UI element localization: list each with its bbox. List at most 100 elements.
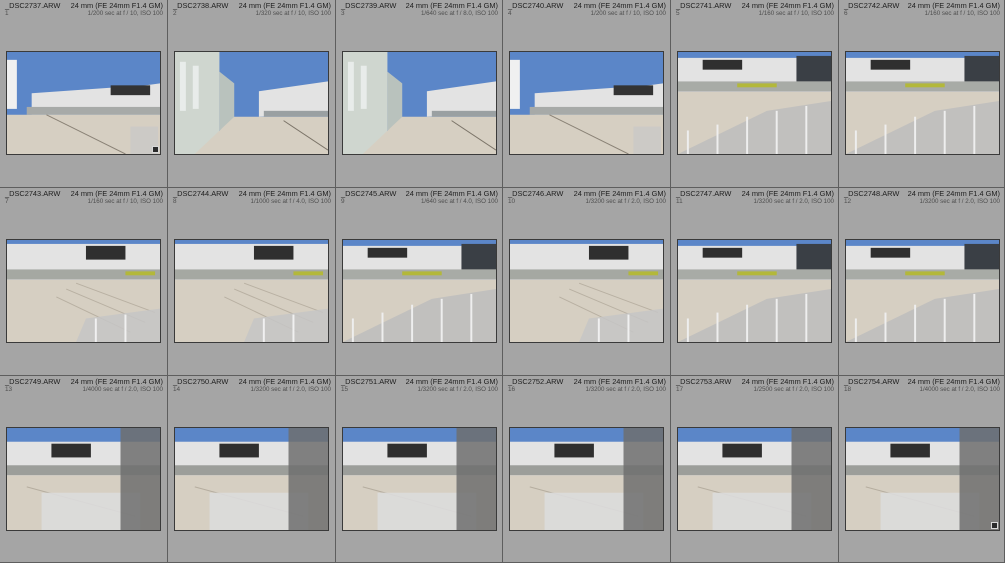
photo-preview — [343, 428, 496, 530]
exposure-info: 1/320 sec at f / 10, ISO 100 — [255, 10, 331, 17]
photo-preview — [678, 52, 831, 154]
thumbnail-cell[interactable]: _DSC2738.ARW 24 mm (FE 24mm F1.4 GM) 2 1/32… — [168, 0, 336, 188]
photo-thumbnail[interactable] — [509, 51, 664, 155]
file-name: _DSC2754.ARW — [844, 377, 900, 386]
thumbnail-cell[interactable]: _DSC2744.ARW 24 mm (FE 24mm F1.4 GM) 8 1/10… — [168, 188, 336, 376]
photo-thumbnail[interactable] — [342, 239, 497, 343]
file-name: _DSC2740.ARW — [508, 1, 564, 10]
photo-thumbnail[interactable] — [174, 239, 329, 343]
exposure-info: 1/3200 sec at f / 2.0, ISO 100 — [417, 386, 499, 393]
frame-index: 10 — [508, 198, 516, 205]
exposure-info: 1/200 sec at f / 10, ISO 100 — [87, 10, 163, 17]
exposure-info: 1/3200 sec at f / 2.0, ISO 100 — [753, 198, 835, 205]
frame-index: 16 — [508, 386, 516, 393]
thumbnail-cell[interactable]: _DSC2737.ARW 24 mm (FE 24mm F1.4 GM) 1 1/20… — [0, 0, 168, 188]
lens-info: 24 mm (FE 24mm F1.4 GM) — [70, 1, 163, 10]
lens-info: 24 mm (FE 24mm F1.4 GM) — [70, 189, 163, 198]
file-name: _DSC2747.ARW — [676, 189, 732, 198]
exposure-info: 1/3200 sec at f / 2.0, ISO 100 — [585, 198, 667, 205]
thumbnail-cell[interactable]: _DSC2753.ARW 24 mm (FE 24mm F1.4 GM) 17 1/2… — [671, 376, 839, 563]
photo-preview — [7, 52, 160, 154]
edited-badge-icon[interactable] — [991, 522, 998, 529]
photo-preview — [7, 240, 160, 342]
thumbnail-header: _DSC2752.ARW 24 mm (FE 24mm F1.4 GM) 16 1/3… — [503, 376, 670, 395]
thumbnail-header: _DSC2743.ARW 24 mm (FE 24mm F1.4 GM) 7 1/16… — [0, 188, 167, 207]
exposure-info: 1/4000 sec at f / 2.0, ISO 100 — [82, 386, 164, 393]
thumbnail-header: _DSC2740.ARW 24 mm (FE 24mm F1.4 GM) 4 1/20… — [503, 0, 670, 19]
thumbnail-cell[interactable]: _DSC2739.ARW 24 mm (FE 24mm F1.4 GM) 3 1/64… — [336, 0, 503, 188]
photo-thumbnail[interactable] — [677, 51, 832, 155]
photo-preview — [846, 240, 999, 342]
lens-info: 24 mm (FE 24mm F1.4 GM) — [238, 377, 331, 386]
photo-preview — [510, 428, 663, 530]
photo-thumbnail[interactable] — [845, 239, 1000, 343]
photo-thumbnail[interactable] — [6, 51, 161, 155]
photo-thumbnail[interactable] — [342, 427, 497, 531]
lens-info: 24 mm (FE 24mm F1.4 GM) — [405, 1, 498, 10]
photo-preview — [846, 52, 999, 154]
thumbnail-cell[interactable]: _DSC2740.ARW 24 mm (FE 24mm F1.4 GM) 4 1/20… — [503, 0, 671, 188]
lens-info: 24 mm (FE 24mm F1.4 GM) — [907, 377, 1000, 386]
lens-info: 24 mm (FE 24mm F1.4 GM) — [573, 377, 666, 386]
thumbnail-cell[interactable]: _DSC2745.ARW 24 mm (FE 24mm F1.4 GM) 9 1/64… — [336, 188, 503, 376]
thumbnail-cell[interactable]: _DSC2743.ARW 24 mm (FE 24mm F1.4 GM) 7 1/16… — [0, 188, 168, 376]
thumbnail-header: _DSC2746.ARW 24 mm (FE 24mm F1.4 GM) 10 1/3… — [503, 188, 670, 207]
photo-thumbnail[interactable] — [174, 51, 329, 155]
thumbnail-cell[interactable]: _DSC2741.ARW 24 mm (FE 24mm F1.4 GM) 5 1/16… — [671, 0, 839, 188]
thumbnail-header: _DSC2748.ARW 24 mm (FE 24mm F1.4 GM) 12 1/3… — [839, 188, 1004, 207]
photo-thumbnail[interactable] — [509, 239, 664, 343]
frame-index: 9 — [341, 198, 345, 205]
photo-preview — [846, 428, 999, 530]
thumbnail-cell[interactable]: _DSC2749.ARW 24 mm (FE 24mm F1.4 GM) 13 1/4… — [0, 376, 168, 563]
exposure-info: 1/3200 sec at f / 2.0, ISO 100 — [919, 198, 1001, 205]
thumbnail-cell[interactable]: _DSC2751.ARW 24 mm (FE 24mm F1.4 GM) 15 1/3… — [336, 376, 503, 563]
thumbnail-header: _DSC2750.ARW 24 mm (FE 24mm F1.4 GM) 14 1/3… — [168, 376, 335, 395]
lens-info: 24 mm (FE 24mm F1.4 GM) — [405, 377, 498, 386]
photo-thumbnail[interactable] — [677, 239, 832, 343]
exposure-info: 1/160 sec at f / 10, ISO 100 — [87, 198, 163, 205]
thumbnail-cell[interactable]: _DSC2748.ARW 24 mm (FE 24mm F1.4 GM) 12 1/3… — [839, 188, 1005, 376]
thumbnail-header: _DSC2737.ARW 24 mm (FE 24mm F1.4 GM) 1 1/20… — [0, 0, 167, 19]
exposure-info: 1/2500 sec at f / 2.0, ISO 100 — [753, 386, 835, 393]
lens-info: 24 mm (FE 24mm F1.4 GM) — [907, 189, 1000, 198]
photo-preview — [7, 428, 160, 530]
frame-index: 11 — [676, 198, 683, 205]
frame-index: 1 — [5, 10, 9, 17]
thumbnail-cell[interactable]: _DSC2742.ARW 24 mm (FE 24mm F1.4 GM) 6 1/16… — [839, 0, 1005, 188]
thumbnail-cell[interactable]: _DSC2754.ARW 24 mm (FE 24mm F1.4 GM) 18 1/4… — [839, 376, 1005, 563]
frame-index: 17 — [676, 386, 684, 393]
lens-info: 24 mm (FE 24mm F1.4 GM) — [907, 1, 1000, 10]
photo-thumbnail[interactable] — [342, 51, 497, 155]
photo-thumbnail[interactable] — [6, 427, 161, 531]
photo-preview — [175, 240, 328, 342]
file-name: _DSC2741.ARW — [676, 1, 732, 10]
frame-index: 15 — [341, 386, 349, 393]
photo-thumbnail[interactable] — [509, 427, 664, 531]
file-name: _DSC2743.ARW — [5, 189, 61, 198]
edited-badge-icon[interactable] — [152, 146, 159, 153]
photo-thumbnail[interactable] — [174, 427, 329, 531]
photo-preview — [510, 240, 663, 342]
thumbnail-header: _DSC2744.ARW 24 mm (FE 24mm F1.4 GM) 8 1/10… — [168, 188, 335, 207]
thumbnail-cell[interactable]: _DSC2750.ARW 24 mm (FE 24mm F1.4 GM) 14 1/3… — [168, 376, 336, 563]
frame-index: 4 — [508, 10, 512, 17]
photo-thumbnail[interactable] — [845, 427, 1000, 531]
thumbnail-cell[interactable]: _DSC2747.ARW 24 mm (FE 24mm F1.4 GM) 11 1/3… — [671, 188, 839, 376]
file-name: _DSC2750.ARW — [173, 377, 229, 386]
photo-preview — [343, 52, 496, 154]
photo-thumbnail[interactable] — [6, 239, 161, 343]
exposure-info: 1/640 sec at f / 4.0, ISO 100 — [420, 198, 498, 205]
lens-info: 24 mm (FE 24mm F1.4 GM) — [573, 189, 666, 198]
frame-index: 13 — [5, 386, 13, 393]
thumbnail-header: _DSC2749.ARW 24 mm (FE 24mm F1.4 GM) 13 1/4… — [0, 376, 167, 395]
file-name: _DSC2753.ARW — [676, 377, 732, 386]
thumbnail-header: _DSC2751.ARW 24 mm (FE 24mm F1.4 GM) 15 1/3… — [336, 376, 502, 395]
frame-index: 18 — [844, 386, 852, 393]
thumbnail-cell[interactable]: _DSC2746.ARW 24 mm (FE 24mm F1.4 GM) 10 1/3… — [503, 188, 671, 376]
thumbnail-cell[interactable]: _DSC2752.ARW 24 mm (FE 24mm F1.4 GM) 16 1/3… — [503, 376, 671, 563]
photo-preview — [678, 428, 831, 530]
file-name: _DSC2748.ARW — [844, 189, 900, 198]
file-name: _DSC2737.ARW — [5, 1, 61, 10]
photo-thumbnail[interactable] — [677, 427, 832, 531]
photo-thumbnail[interactable] — [845, 51, 1000, 155]
